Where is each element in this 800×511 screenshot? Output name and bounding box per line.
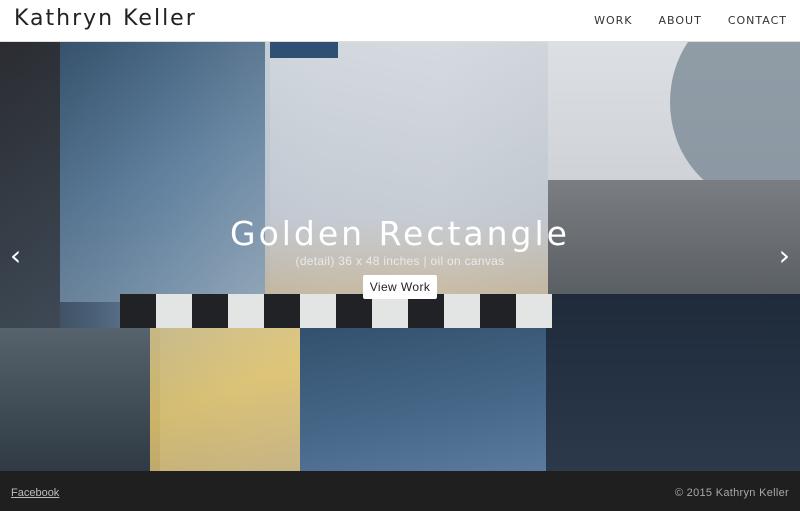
painting-panel — [150, 328, 310, 471]
view-work-button[interactable]: View Work — [362, 275, 438, 299]
nav-contact[interactable]: CONTACT — [728, 14, 787, 27]
painting-panel — [0, 328, 160, 471]
slide-subtitle: (detail) 36 x 48 inches | oil on canvas — [295, 254, 505, 268]
painting-panel — [300, 328, 548, 471]
site-header: Kathryn Keller WORK ABOUT CONTACT — [0, 0, 800, 42]
slide-caption: Golden Rectangle (detail) 36 x 48 inches… — [0, 214, 800, 299]
nav-about[interactable]: ABOUT — [659, 14, 702, 27]
painting-panel — [546, 294, 800, 471]
painting-checker-strip — [120, 294, 552, 328]
slide-title: Golden Rectangle — [230, 214, 570, 253]
facebook-link[interactable]: Facebook — [11, 487, 59, 499]
site-title[interactable]: Kathryn Keller — [14, 6, 197, 31]
nav-work[interactable]: WORK — [594, 14, 632, 27]
hero-slider: ‹ › Golden Rectangle (detail) 36 x 48 in… — [0, 42, 800, 471]
main-nav: WORK ABOUT CONTACT — [594, 14, 787, 27]
painting-panel — [270, 42, 338, 58]
site-footer: Facebook © 2015 Kathryn Keller — [0, 471, 800, 511]
copyright-text: © 2015 Kathryn Keller — [674, 487, 789, 499]
